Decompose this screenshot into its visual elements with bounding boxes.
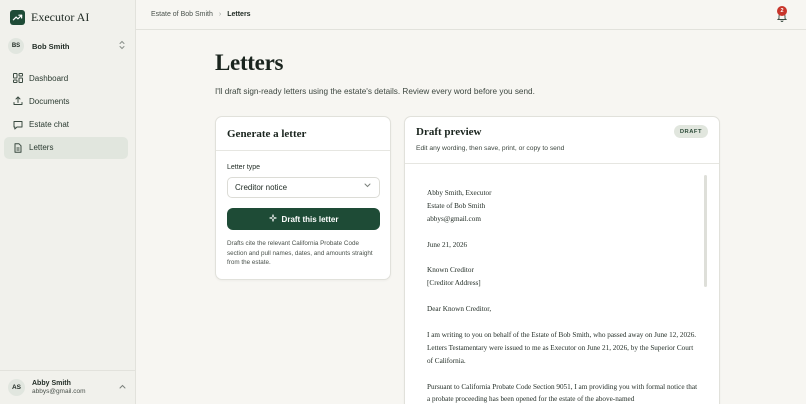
- user-email: abbys@gmail.com: [32, 388, 86, 395]
- page-subtitle: I'll draft sign-ready letters using the …: [215, 87, 535, 96]
- generate-letter-title: Generate a letter: [216, 117, 390, 151]
- sidebar-nav: Dashboard Documents Estate chat Letters: [4, 67, 128, 160]
- user-info: Abby Smith abbys@gmail.com: [32, 380, 119, 395]
- upload-icon: [12, 96, 23, 107]
- user-menu[interactable]: AS Abby Smith abbys@gmail.com: [0, 370, 136, 404]
- sparkle-icon: [268, 214, 277, 224]
- trending-up-icon: [10, 9, 25, 25]
- draft-preview-subtitle: Edit any wording, then save, print, or c…: [416, 145, 565, 152]
- sidebar-item-dashboard[interactable]: Dashboard: [4, 67, 128, 89]
- sidebar: Executor AI BS Bob Smith Dashboard Docum…: [0, 0, 136, 404]
- letter-body[interactable]: Abby Smith, Executor Estate of Bob Smith…: [427, 187, 699, 404]
- generator-note: Drafts cite the relevant California Prob…: [227, 240, 373, 266]
- draft-letter-button-label: Draft this letter: [281, 214, 339, 224]
- notification-badge: 2: [777, 6, 787, 16]
- page-title: Letters: [215, 50, 284, 75]
- sidebar-item-label: Letters: [29, 143, 54, 153]
- divider: [405, 163, 719, 164]
- sidebar-item-documents[interactable]: Documents: [4, 90, 128, 112]
- sidebar-item-label: Dashboard: [29, 73, 69, 83]
- estate-avatar: BS: [8, 38, 24, 54]
- recipient-block: Known Creditor [Creditor Address]: [427, 264, 699, 290]
- chevron-up-down-icon: [118, 40, 126, 52]
- sidebar-item-label: Estate chat: [29, 120, 70, 130]
- sender-line: Abby Smith, Executor: [427, 189, 492, 197]
- sender-line: Estate of Bob Smith: [427, 201, 486, 210]
- chevron-up-icon: [119, 384, 126, 391]
- draft-letter-button[interactable]: Draft this letter: [227, 208, 380, 230]
- letter-paragraph: Pursuant to California Probate Code Sect…: [427, 382, 698, 404]
- draft-badge: DRAFT: [673, 125, 708, 138]
- sender-line: abbys@gmail.com: [427, 214, 481, 223]
- chevron-right-icon: ›: [218, 11, 222, 18]
- draft-preview-card: Draft preview DRAFT Edit any wording, th…: [404, 116, 720, 404]
- brand[interactable]: Executor AI: [10, 8, 89, 26]
- generate-letter-card: Generate a letter Letter type Creditor n…: [215, 116, 391, 280]
- grid-icon: [12, 73, 23, 84]
- letter-type-label: Letter type: [227, 164, 261, 171]
- salutation: Dear Known Creditor,: [427, 305, 492, 314]
- letter-scrollbar[interactable]: [704, 175, 707, 287]
- user-name: Abby Smith: [32, 380, 71, 387]
- app-name: Executor AI: [31, 9, 90, 24]
- estate-switcher[interactable]: BS Bob Smith: [8, 36, 126, 56]
- recipient-line: [Creditor Address]: [427, 279, 481, 288]
- sender-block: Abby Smith, Executor Estate of Bob Smith…: [427, 187, 699, 226]
- document-icon: [12, 142, 23, 153]
- letter-type-select[interactable]: Creditor notice: [227, 177, 380, 198]
- draft-preview-title: Draft preview: [416, 126, 482, 138]
- chat-icon: [12, 119, 23, 130]
- sidebar-item-label: Documents: [29, 96, 70, 106]
- breadcrumb-estate[interactable]: Estate of Bob Smith: [151, 11, 213, 18]
- chevron-down-icon: [364, 183, 371, 190]
- estate-name: Bob Smith: [32, 41, 70, 51]
- breadcrumb-current: Letters: [227, 11, 251, 18]
- recipient-line: Known Creditor: [427, 266, 474, 275]
- letter-paragraph: I am writing to you on behalf of the Est…: [427, 330, 697, 365]
- letter-type-value: Creditor notice: [235, 183, 288, 192]
- topbar: Estate of Bob Smith › Letters: [136, 0, 806, 30]
- sidebar-item-letters[interactable]: Letters: [4, 136, 128, 159]
- user-avatar: AS: [8, 379, 25, 396]
- sidebar-item-estate-chat[interactable]: Estate chat: [4, 114, 128, 136]
- letter-date: June 21, 2026: [427, 240, 468, 249]
